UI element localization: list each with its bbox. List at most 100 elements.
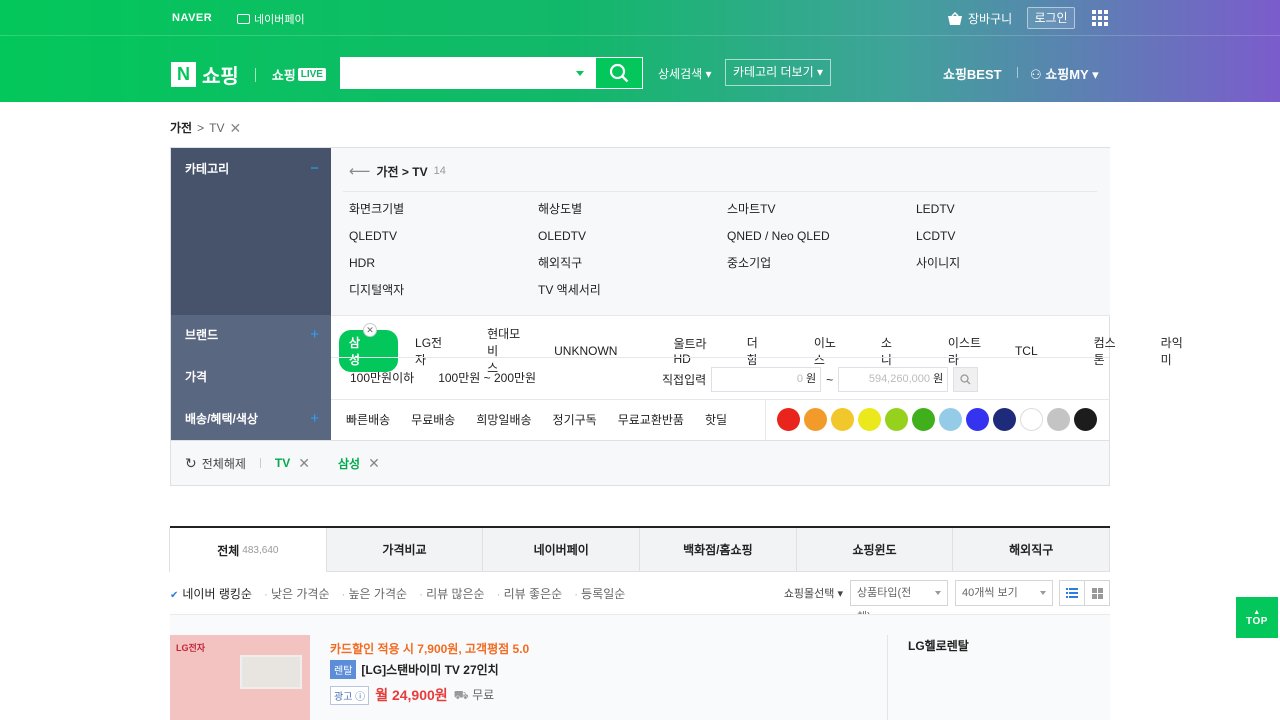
color-swatch[interactable] xyxy=(912,408,935,431)
subcategory-item[interactable]: TV 액세서리 xyxy=(538,281,727,299)
price-search-button[interactable] xyxy=(953,367,979,392)
scroll-top-button[interactable]: ▲ TOP xyxy=(1236,597,1278,638)
login-button[interactable]: 로그인 xyxy=(1027,7,1075,29)
naver-home-link[interactable]: NAVER xyxy=(172,12,212,24)
selected-chip-samsung[interactable]: 삼성 ✕ xyxy=(338,455,380,472)
color-swatch[interactable] xyxy=(1074,408,1097,431)
subcategory-item[interactable]: LCDTV xyxy=(916,227,1105,245)
product-title-text[interactable]: [LG]스탠바이미 TV 27인치 xyxy=(361,661,498,678)
tab-item[interactable]: 해외직구 xyxy=(952,528,1111,572)
shipping-option[interactable]: 무료배송 xyxy=(411,411,455,428)
shipping-option[interactable]: 희망일배송 xyxy=(476,411,531,428)
brand-item[interactable]: TCL xyxy=(1015,344,1066,358)
category-filter-label[interactable]: 카테고리 − xyxy=(171,160,331,177)
search-dropdown-icon[interactable] xyxy=(576,71,584,76)
brand-item[interactable]: 소니 xyxy=(881,334,920,368)
brand-item[interactable]: 울트라HD xyxy=(673,335,718,366)
subcategory-item[interactable]: HDR xyxy=(349,254,538,272)
shipping-option[interactable]: 무료교환반품 xyxy=(618,411,684,428)
brand-item[interactable]: 이노스 xyxy=(814,334,853,368)
subcategory-item[interactable]: LEDTV xyxy=(916,200,1105,218)
subcategory-item[interactable]: QNED / Neo QLED xyxy=(727,227,916,245)
color-swatch[interactable] xyxy=(777,408,800,431)
mall-select[interactable]: 쇼핑몰선택 ▾ xyxy=(784,585,843,601)
product-thumbnail[interactable]: LG전자 xyxy=(170,635,310,720)
color-swatch[interactable] xyxy=(939,408,962,431)
color-swatch[interactable] xyxy=(966,408,989,431)
expand-icon[interactable]: + xyxy=(310,326,319,343)
brand-chip-selected[interactable]: 삼성 ✕ xyxy=(339,322,399,372)
subcategory-item[interactable]: 화면크기별 xyxy=(349,200,538,218)
category-more-button[interactable]: 카테고리 더보기 ▾ xyxy=(725,59,831,86)
sort-option[interactable]: ✔ 네이버 랭킹순 xyxy=(170,585,252,602)
reset-all-button[interactable]: ↻ 전체해제 xyxy=(185,455,246,472)
color-swatch[interactable] xyxy=(1020,408,1043,431)
brand-item[interactable]: 더함 xyxy=(747,334,786,368)
remove-icon[interactable]: ✕ xyxy=(368,455,380,472)
subcategory-item[interactable]: OLEDTV xyxy=(538,227,727,245)
shopping-logo[interactable]: N 쇼핑 쇼핑 LIVE xyxy=(171,60,326,89)
color-swatch[interactable] xyxy=(993,408,1016,431)
selected-chip-tv[interactable]: TV ✕ xyxy=(275,455,310,472)
subcategory-item[interactable]: 사이니지 xyxy=(916,254,1105,272)
brand-filter-label[interactable]: 브랜드 + xyxy=(171,326,331,343)
product-title[interactable]: 렌탈 [LG]스탠바이미 TV 27인치 xyxy=(330,660,499,679)
per-page-select[interactable]: 40개씩 보기 xyxy=(955,580,1053,606)
subcategory-item[interactable]: 스마트TV xyxy=(727,200,916,218)
remove-icon[interactable]: ✕ xyxy=(298,455,310,472)
breadcrumb-parent[interactable]: 가전 xyxy=(170,119,192,136)
brand-item[interactable]: UNKNOWN xyxy=(554,344,645,358)
detail-search-button[interactable]: 상세검색 ▾ xyxy=(658,65,712,82)
back-arrow-icon[interactable]: ⟵ xyxy=(349,162,371,180)
collapse-icon[interactable]: − xyxy=(310,160,319,177)
expand-icon[interactable]: + xyxy=(310,410,319,427)
subcategory-item[interactable]: 중소기업 xyxy=(727,254,916,272)
shopping-live-link[interactable]: 쇼핑 LIVE xyxy=(272,65,326,84)
tab-item[interactable]: 네이버페이 xyxy=(482,528,641,572)
brand-item[interactable]: 컴스톤 xyxy=(1094,334,1133,368)
brand-item[interactable]: 이스트라 xyxy=(948,334,987,368)
search-input[interactable] xyxy=(341,58,561,88)
sort-option[interactable]: · 리뷰 좋은순 xyxy=(497,585,563,602)
sort-option[interactable]: · 리뷰 많은순 xyxy=(419,585,485,602)
color-swatch[interactable] xyxy=(885,408,908,431)
list-view-icon[interactable] xyxy=(1059,580,1085,606)
price-min-input[interactable]: 0 원 xyxy=(711,367,822,392)
close-icon[interactable]: ✕ xyxy=(229,121,241,135)
color-swatch[interactable] xyxy=(1047,408,1070,431)
brand-item[interactable]: LG전자 xyxy=(415,334,459,368)
subcategory-item[interactable]: QLEDTV xyxy=(349,227,538,245)
shipping-option[interactable]: 빠른배송 xyxy=(346,411,390,428)
seller-name[interactable]: LG헬로렌탈 xyxy=(908,637,969,654)
ad-badge[interactable]: 광고 ⓘ xyxy=(330,685,370,705)
subcategory-item[interactable]: 디지털액자 xyxy=(349,281,538,299)
apps-grid-icon[interactable] xyxy=(1092,10,1108,26)
subcategory-item[interactable]: 해외직구 xyxy=(538,254,727,272)
color-swatch[interactable] xyxy=(804,408,827,431)
shipping-filter-label[interactable]: 배송/혜택/색상 + xyxy=(171,410,331,427)
price-option[interactable]: 100만원 ~ 200만원 xyxy=(438,369,536,386)
sort-option[interactable]: · 낮은 가격순 xyxy=(264,585,330,602)
search-button[interactable] xyxy=(595,57,643,89)
tab-item[interactable]: 가격비교 xyxy=(325,528,484,572)
shipping-option[interactable]: 핫딜 xyxy=(705,411,727,428)
sort-option[interactable]: · 등록일순 xyxy=(574,585,625,602)
tab-item[interactable]: 백화점/홈쇼핑 xyxy=(639,528,797,572)
price-option[interactable]: 100만원이하 xyxy=(350,369,414,386)
cart-link[interactable]: 장바구니 xyxy=(947,10,1012,27)
sort-option[interactable]: · 높은 가격순 xyxy=(342,585,408,602)
shipping-option[interactable]: 정기구독 xyxy=(553,411,597,428)
tab-item[interactable]: 쇼핑윈도 xyxy=(795,528,954,572)
subcategory-item[interactable]: 해상도별 xyxy=(538,200,727,218)
brand-item[interactable]: 라익미 xyxy=(1161,334,1200,368)
tab-item[interactable]: 전체 483,640 xyxy=(169,528,327,572)
color-swatch[interactable] xyxy=(831,408,854,431)
color-swatch[interactable] xyxy=(858,408,881,431)
naverpay-link[interactable]: 네이버페이 xyxy=(237,11,305,27)
remove-icon[interactable]: ✕ xyxy=(363,322,378,337)
grid-view-icon[interactable] xyxy=(1084,580,1110,606)
shopping-my-link[interactable]: ⚇ 쇼핑MY ▾ xyxy=(1030,64,1099,83)
shopping-best-link[interactable]: 쇼핑BEST xyxy=(943,64,1002,83)
price-max-input[interactable]: 594,260,000 원 xyxy=(838,367,949,392)
product-type-select[interactable]: 상품타입(전체) xyxy=(850,580,948,623)
